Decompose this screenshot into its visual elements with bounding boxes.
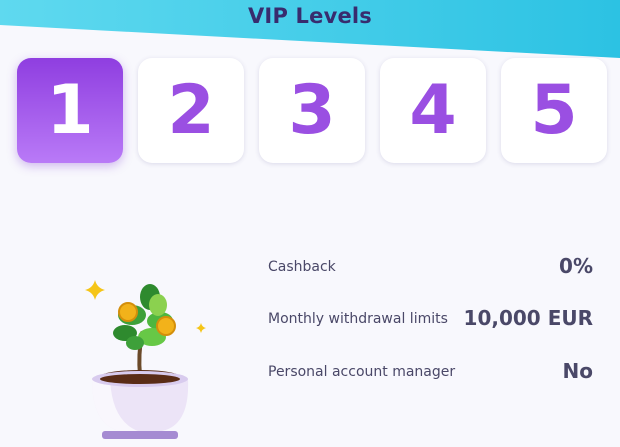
level-tab-4[interactable]: 4 [380, 58, 486, 163]
benefit-row-cashback: Cashback 0% [268, 254, 593, 282]
benefit-row-account-manager: Personal account manager No [268, 359, 593, 387]
benefit-label: Personal account manager [268, 364, 456, 380]
level-tab-5[interactable]: 5 [501, 58, 607, 163]
page-title: VIP Levels [247, 4, 373, 28]
level-tab-1[interactable]: 1 [17, 58, 123, 163]
benefit-label: Cashback [268, 259, 336, 275]
money-tree-plant-icon [80, 275, 220, 443]
level-tab-3[interactable]: 3 [259, 58, 365, 163]
benefit-value: No [562, 359, 593, 383]
vip-level-tabs: 1 2 3 4 5 [17, 58, 608, 164]
benefit-value: 10,000 EUR [463, 306, 593, 330]
benefit-value: 0% [559, 254, 593, 278]
level-tab-2[interactable]: 2 [138, 58, 244, 163]
benefit-row-withdrawal-limits: Monthly withdrawal limits 10,000 EUR [268, 306, 593, 334]
benefit-label: Monthly withdrawal limits [268, 311, 448, 327]
